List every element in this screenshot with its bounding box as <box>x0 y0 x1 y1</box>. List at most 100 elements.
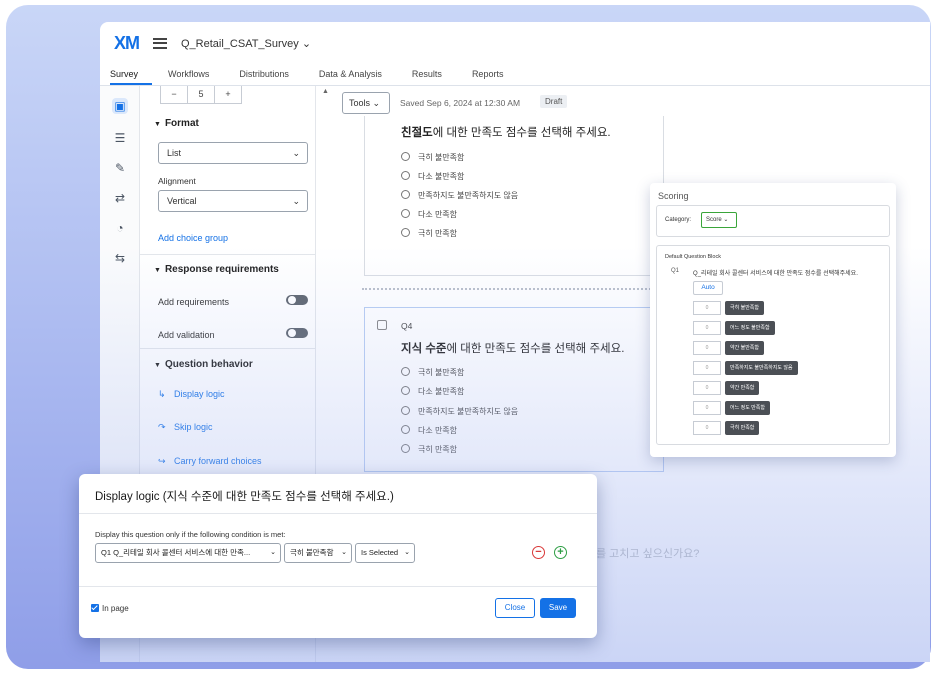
validation-toggle[interactable] <box>286 328 308 338</box>
modal-title: Display logic (지식 수준에 대한 만족도 점수를 선택해 주세요… <box>95 491 394 503</box>
tab-workflows[interactable]: Workflows <box>168 69 223 85</box>
display-logic-link[interactable]: ↳ Display logic <box>158 389 225 400</box>
divider <box>79 586 597 587</box>
question-condition-select[interactable]: Q1 Q_리테일 회사 콜센터 서비스에 대한 만족... ⌄ <box>95 543 281 563</box>
checkbox-checked-icon <box>91 604 99 612</box>
scoring-panel: Scoring Category: Score ⌄ Default Questi… <box>650 183 896 457</box>
alignment-label: Alignment <box>158 176 196 186</box>
saved-status: Saved Sep 6, 2024 at 12:30 AM <box>400 98 521 108</box>
question-select-checkbox[interactable] <box>377 320 387 330</box>
choice-tag: 약간 불만족함 <box>725 341 764 355</box>
question-number: Q1 <box>671 268 680 274</box>
question-title: 지식 수준에 대한 만족도 점수를 선택해 주세요. <box>401 343 625 355</box>
scoring-title: Scoring <box>658 191 689 201</box>
chevron-down-icon: ⌄ <box>372 98 381 108</box>
divider <box>140 348 316 349</box>
tab-distributions[interactable]: Distributions <box>239 69 303 85</box>
choice-option[interactable]: 극히 불만족함 <box>401 367 464 378</box>
nav-tabs: Survey Workflows Distributions Data & An… <box>100 64 930 86</box>
chevron-down-icon: ⌄ <box>723 217 729 223</box>
background-question-text: 를 고치고 싶으신가요? <box>596 548 700 560</box>
choice-option[interactable]: 다소 불만족함 <box>401 386 464 397</box>
tab-results[interactable]: Results <box>412 69 456 85</box>
score-input[interactable]: 0 <box>693 401 721 415</box>
score-input[interactable]: 0 <box>693 321 721 335</box>
score-input[interactable]: 0 <box>693 381 721 395</box>
chevron-down-icon: ⌄ <box>404 549 410 556</box>
question-behavior-title[interactable]: ▼ Question behavior <box>154 359 253 370</box>
category-select[interactable]: Score ⌄ <box>701 212 737 228</box>
score-input[interactable]: 0 <box>693 301 721 315</box>
score-input[interactable]: 0 <box>693 341 721 355</box>
response-requirements-title[interactable]: ▼ Response requirements <box>154 264 279 275</box>
choice-condition-select[interactable]: 극히 불만족함 ⌄ <box>284 543 352 563</box>
auto-score-button[interactable]: Auto <box>693 281 723 295</box>
tab-reports[interactable]: Reports <box>472 69 518 85</box>
question-title: 친절도에 대한 만족도 점수를 선택해 주세요. <box>401 127 611 139</box>
collapse-icon: ▼ <box>154 121 161 128</box>
add-choice-group-link[interactable]: Add choice group <box>158 233 228 243</box>
block-name: Default Question Block <box>665 254 721 260</box>
choice-tag: 극히 불만족함 <box>725 301 764 315</box>
carry-forward-link[interactable]: ↪ Carry forward choices <box>158 456 262 467</box>
look-and-feel-icon[interactable]: ✎ <box>112 160 128 176</box>
divider <box>140 254 316 255</box>
skip-logic-link[interactable]: ↷ Skip logic <box>158 422 213 433</box>
format-type-select[interactable]: List ⌄ <box>158 142 308 164</box>
collapse-icon: ▼ <box>154 362 161 369</box>
survey-name-dropdown[interactable]: Q_Retail_CSAT_Survey ⌄ <box>181 37 311 50</box>
in-page-checkbox[interactable]: In page <box>91 604 129 613</box>
display-logic-modal: Display logic (지식 수준에 대한 만족도 점수를 선택해 주세요… <box>79 474 597 638</box>
choice-option[interactable]: 다소 불만족함 <box>401 171 464 182</box>
carry-forward-icon: ↪ <box>158 456 166 466</box>
survey-flow-icon[interactable]: ⇄ <box>112 190 128 206</box>
choice-option[interactable]: 만족하지도 불만족하지도 않음 <box>401 190 518 201</box>
question-text: Q_리테일 회사 콜센터 서비스에 대한 만족도 점수를 선택해주세요. <box>693 271 858 277</box>
choice-option[interactable]: 극히 만족함 <box>401 444 457 455</box>
collapse-icon: ▼ <box>154 267 161 274</box>
chevron-down-icon: ⌄ <box>301 37 312 50</box>
tab-data-analysis[interactable]: Data & Analysis <box>319 69 396 85</box>
choice-option[interactable]: 다소 만족함 <box>401 209 457 220</box>
scoring-block: Default Question Block Q1 Q_리테일 회사 콜센터 서… <box>656 245 890 445</box>
chevron-down-icon: ⌄ <box>292 196 300 206</box>
draft-badge: Draft <box>540 95 568 108</box>
stepper-value[interactable]: 5 <box>187 86 215 103</box>
stepper-minus-button[interactable]: − <box>161 86 187 103</box>
top-bar: XM Q_Retail_CSAT_Survey ⌄ <box>100 22 930 64</box>
save-button[interactable]: Save <box>540 598 576 618</box>
choice-option[interactable]: 만족하지도 불만족하지도 않음 <box>401 406 518 417</box>
score-input[interactable]: 0 <box>693 361 721 375</box>
question-card-q4[interactable]: Q4 지식 수준에 대한 만족도 점수를 선택해 주세요. 극히 불만족함 다소… <box>364 307 664 472</box>
choice-tag: 만족하지도 불만족하지도 않음 <box>725 361 798 375</box>
operator-select[interactable]: Is Selected ⌄ <box>355 543 415 563</box>
choice-option[interactable]: 극히 불만족함 <box>401 152 464 163</box>
add-condition-icon[interactable]: + <box>554 546 567 559</box>
scroll-up-icon[interactable]: ▲ <box>322 88 329 95</box>
choice-tag: 어느 정도 만족함 <box>725 401 770 415</box>
menu-icon[interactable] <box>153 37 167 49</box>
requirements-toggle[interactable] <box>286 295 308 305</box>
survey-builder-icon[interactable]: ▣ <box>112 98 128 114</box>
remove-condition-icon[interactable]: − <box>532 546 545 559</box>
translate-icon[interactable]: ⇆ <box>112 250 128 266</box>
scoring-category-box: Category: Score ⌄ <box>656 205 890 237</box>
tools-button[interactable]: Tools ⌄ <box>342 92 390 114</box>
page-break <box>362 288 682 290</box>
tab-survey[interactable]: Survey <box>110 69 153 85</box>
blocks-icon[interactable]: ☰ <box>112 130 128 146</box>
question-card-q3[interactable]: 친절도에 대한 만족도 점수를 선택해 주세요. 극히 불만족함 다소 불만족함… <box>364 116 664 276</box>
stepper-plus-button[interactable]: + <box>215 86 241 103</box>
choice-tag: 어느 정도 불만족함 <box>725 321 775 335</box>
chevron-down-icon: ⌄ <box>341 549 347 556</box>
category-label: Category: <box>665 217 692 223</box>
score-input[interactable]: 0 <box>693 421 721 435</box>
choice-option[interactable]: 다소 만족함 <box>401 425 457 436</box>
alignment-select[interactable]: Vertical ⌄ <box>158 190 308 212</box>
format-section-title[interactable]: ▼ Format <box>154 118 199 129</box>
choice-tag: 극히 만족함 <box>725 421 760 435</box>
choice-option[interactable]: 극히 만족함 <box>401 228 457 239</box>
close-button[interactable]: Close <box>495 598 535 618</box>
survey-options-icon[interactable]: ◔ <box>112 220 128 236</box>
choice-count-stepper[interactable]: − 5 + <box>160 86 242 104</box>
